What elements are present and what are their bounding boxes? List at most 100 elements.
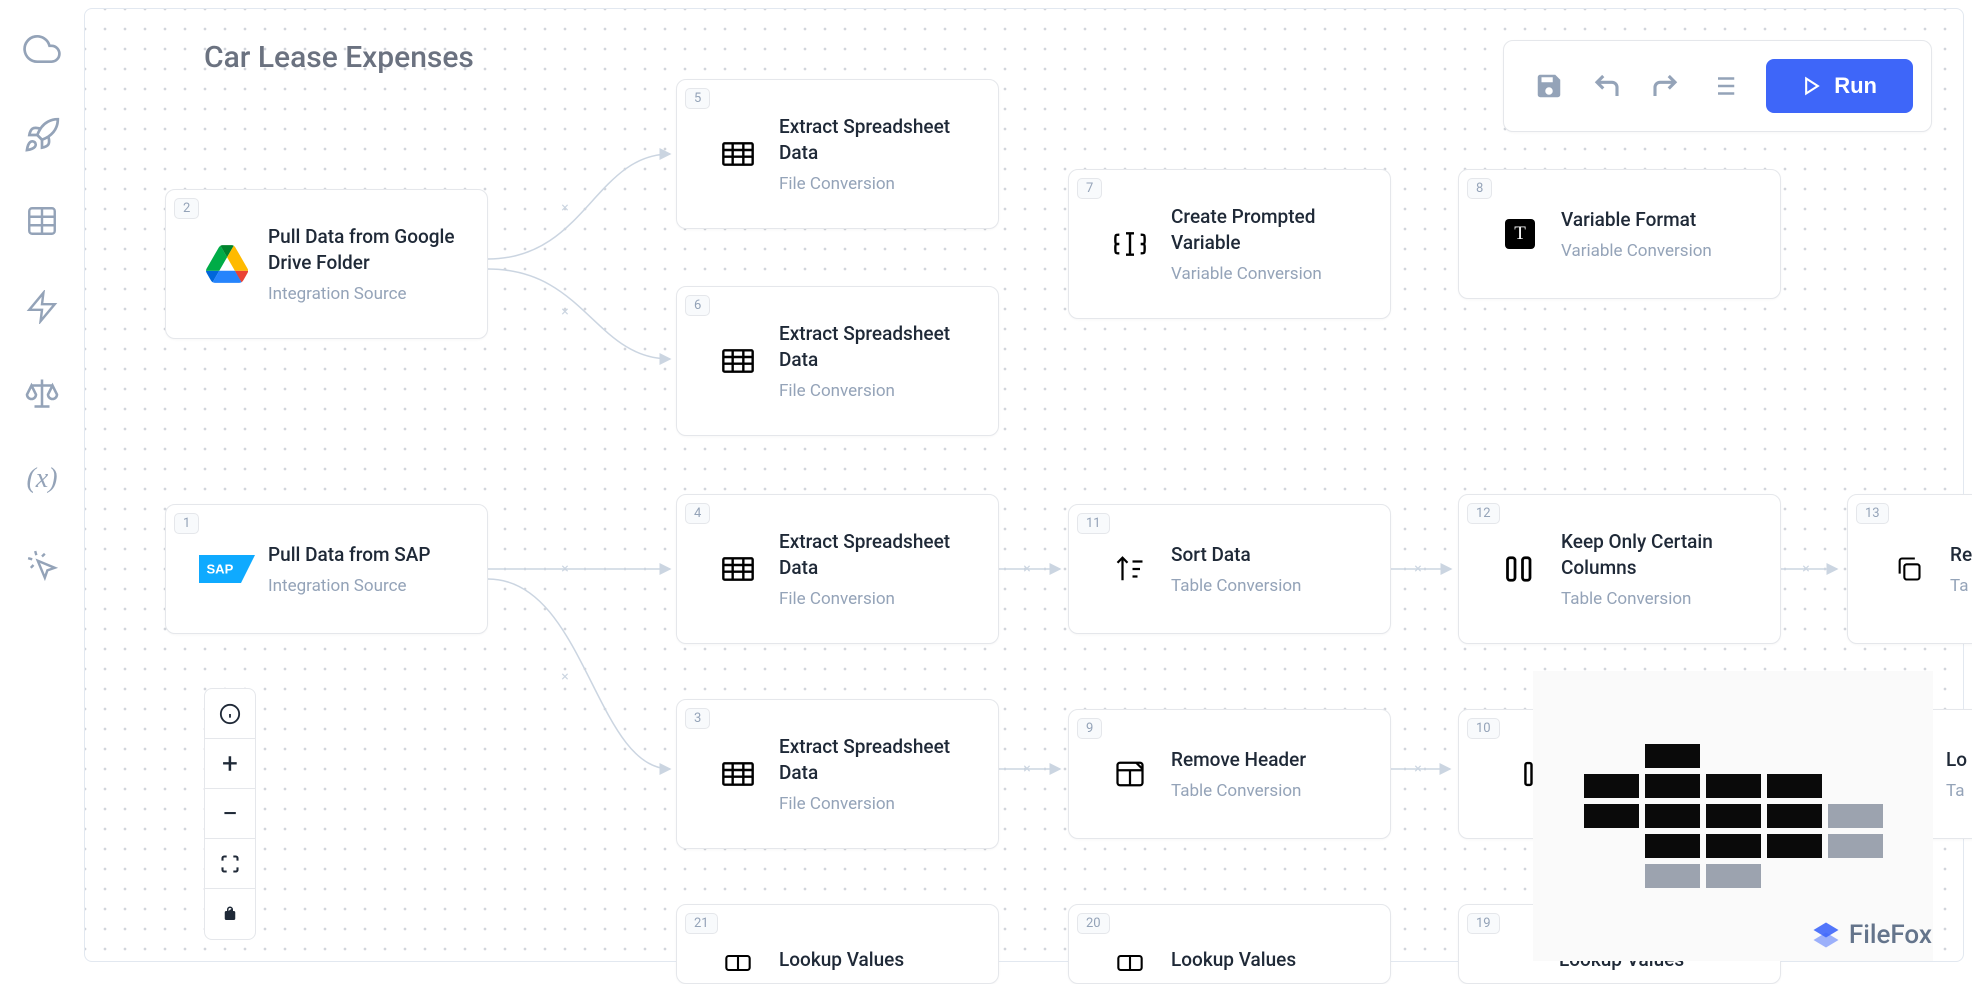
toolbar: Run	[1503, 40, 1932, 132]
node-badge: 12	[1467, 503, 1500, 524]
node-title: Lookup Values	[779, 947, 978, 973]
lock-button[interactable]	[205, 889, 255, 939]
node-subtitle: Table Conversion	[1171, 781, 1370, 801]
node-remove-header[interactable]: 9 Remove Header Table Conversion	[1068, 709, 1391, 839]
node-subtitle: File Conversion	[779, 794, 978, 814]
bolt-icon[interactable]	[23, 288, 61, 326]
node-partial-13[interactable]: 13 Re Ta	[1847, 494, 1972, 644]
sap-icon: SAP	[196, 554, 258, 584]
list-icon[interactable]	[1708, 71, 1738, 101]
spreadsheet-icon	[707, 761, 769, 787]
cloud-icon[interactable]	[23, 30, 61, 68]
node-subtitle: Ta	[1950, 576, 1972, 596]
table-icon[interactable]	[23, 202, 61, 240]
zoom-out-button[interactable]: −	[205, 789, 255, 839]
variable-icon[interactable]: (x)	[23, 460, 61, 498]
node-badge: 1	[174, 513, 199, 534]
text-format-icon: T	[1489, 219, 1551, 249]
edge-delete-icon[interactable]: ×	[561, 200, 568, 216]
node-title: Lookup Values	[1171, 947, 1370, 973]
node-extract-4[interactable]: 4 Extract Spreadsheet Data File Conversio…	[676, 494, 999, 644]
node-extract-5[interactable]: 5 Extract Spreadsheet DataFile Conversio…	[676, 79, 999, 229]
node-title: Create Prompted Variable	[1171, 204, 1370, 255]
node-badge: 4	[685, 503, 710, 524]
sort-icon	[1099, 555, 1161, 583]
node-title: Variable Format	[1561, 207, 1760, 233]
zoom-panel: + −	[204, 688, 256, 940]
node-subtitle: Variable Conversion	[1171, 264, 1370, 284]
node-sort[interactable]: 11 Sort Data Table Conversion	[1068, 504, 1391, 634]
node-badge: 3	[685, 708, 710, 729]
node-extract-6[interactable]: 6 Extract Spreadsheet Data File Conversio…	[676, 286, 999, 436]
node-title: Extract Spreadsheet Data	[779, 734, 978, 785]
node-badge: 5	[685, 88, 710, 109]
node-keep-cols[interactable]: 12 Keep Only Certain Columns Table Conver…	[1458, 494, 1781, 644]
node-title: Extract Spreadsheet Data	[779, 321, 978, 372]
spreadsheet-icon	[707, 348, 769, 374]
node-badge: 21	[685, 913, 718, 934]
node-title: Lo	[1946, 747, 1972, 773]
svg-text:SAP: SAP	[206, 562, 233, 577]
spreadsheet-icon	[707, 556, 769, 582]
lookup-icon	[1099, 953, 1161, 973]
node-sap[interactable]: 1 SAP Pull Data from SAPIntegration Sour…	[165, 504, 488, 634]
node-badge: 6	[685, 295, 710, 316]
sidebar: (x)	[0, 0, 84, 970]
node-badge: 8	[1467, 178, 1492, 199]
node-extract-3[interactable]: 3 Extract Spreadsheet Data File Conversio…	[676, 699, 999, 849]
node-subtitle: Table Conversion	[1561, 589, 1760, 609]
scales-icon[interactable]	[23, 374, 61, 412]
node-subtitle: File Conversion	[779, 381, 978, 401]
node-badge: 9	[1077, 718, 1102, 739]
edge-delete-icon[interactable]: ×	[561, 304, 568, 320]
node-badge: 11	[1077, 513, 1110, 534]
edge-delete-icon[interactable]: ×	[1802, 561, 1809, 577]
preview-chart	[1584, 744, 1883, 888]
brand-text: FileFox	[1849, 920, 1932, 950]
edge-delete-icon[interactable]: ×	[1414, 561, 1421, 577]
node-title: Remove Header	[1171, 747, 1370, 773]
node-title: Re	[1950, 542, 1972, 568]
node-lookup-21[interactable]: 21 Lookup Values	[676, 904, 999, 984]
node-title: Keep Only Certain Columns	[1561, 529, 1760, 580]
columns-icon	[1489, 555, 1551, 583]
node-lookup-20[interactable]: 20 Lookup Values	[1068, 904, 1391, 984]
cursor-click-icon[interactable]	[23, 546, 61, 584]
node-badge: 2	[174, 198, 199, 219]
prompt-icon	[1099, 230, 1161, 258]
node-badge: 10	[1467, 718, 1500, 739]
edge-delete-icon[interactable]: ×	[561, 561, 568, 577]
node-prompted-var[interactable]: 7 Create Prompted VariableVariable Conve…	[1068, 169, 1391, 319]
node-title: Pull Data from Google Drive Folder	[268, 224, 467, 275]
node-badge: 19	[1467, 913, 1500, 934]
save-icon[interactable]	[1534, 71, 1564, 101]
node-subtitle: Integration Source	[268, 576, 467, 596]
info-button[interactable]	[205, 689, 255, 739]
canvas[interactable]: × × × × × × × × × × 2 Pull Data from Goo…	[84, 0, 1972, 970]
node-var-format[interactable]: 8 T Variable Format Variable Conversion	[1458, 169, 1781, 299]
copy-icon	[1878, 555, 1940, 583]
undo-icon[interactable]	[1592, 71, 1622, 101]
rocket-icon[interactable]	[23, 116, 61, 154]
lookup-icon	[707, 953, 769, 973]
edge-delete-icon[interactable]: ×	[1414, 761, 1421, 777]
node-subtitle: Variable Conversion	[1561, 241, 1760, 261]
node-title: Extract Spreadsheet Data	[779, 529, 978, 580]
edge-delete-icon[interactable]: ×	[1023, 561, 1030, 577]
node-subtitle: Integration Source	[268, 284, 467, 304]
zoom-in-button[interactable]: +	[205, 739, 255, 789]
brand-logo: FileFox	[1811, 920, 1932, 950]
node-badge: 20	[1077, 913, 1110, 934]
edge-delete-icon[interactable]: ×	[1023, 761, 1030, 777]
edge-delete-icon[interactable]: ×	[561, 669, 568, 685]
run-button[interactable]: Run	[1766, 59, 1913, 113]
redo-icon[interactable]	[1650, 71, 1680, 101]
page-title: Car Lease Expenses	[204, 40, 474, 75]
node-title: Extract Spreadsheet Data	[779, 114, 978, 165]
fullscreen-button[interactable]	[205, 839, 255, 889]
node-badge: 13	[1856, 503, 1889, 524]
node-subtitle: File Conversion	[779, 589, 978, 609]
node-subtitle: Table Conversion	[1171, 576, 1370, 596]
node-gdrive[interactable]: 2 Pull Data from Google Drive Folder Inte…	[165, 189, 488, 339]
node-title: Sort Data	[1171, 542, 1370, 568]
